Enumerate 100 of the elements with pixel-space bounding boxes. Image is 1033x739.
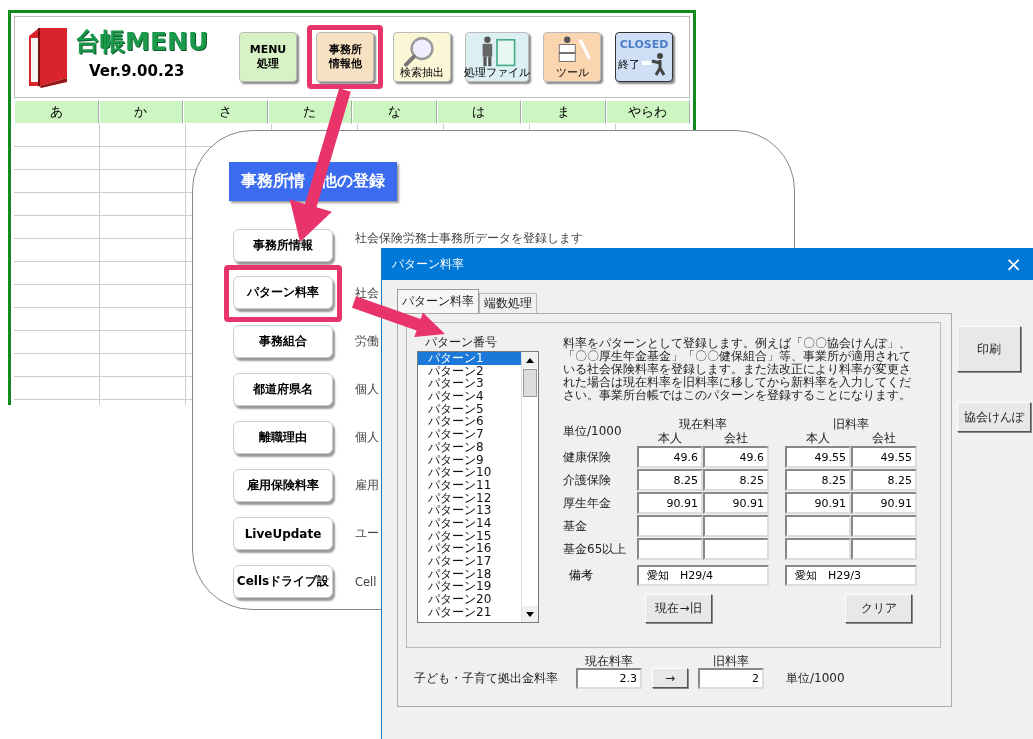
tab[interactable]: 端数処理 (479, 293, 537, 313)
row-label: 基金65以上 (563, 541, 628, 558)
list-label: パターン番号 (424, 335, 498, 349)
input-field[interactable]: 2.3 (576, 668, 642, 689)
input-field[interactable]: 8.25 (785, 469, 851, 491)
index-tab[interactable]: な (352, 100, 437, 124)
clear-button[interactable]: クリア (845, 594, 912, 623)
list-item[interactable]: パターン12 (418, 491, 521, 505)
input-field[interactable]: 8.25 (851, 469, 917, 491)
panel-button[interactable]: パターン料率 (233, 276, 333, 309)
input-field[interactable]: 8.25 (703, 469, 769, 491)
list-item[interactable]: パターン11 (418, 478, 521, 492)
copy-button[interactable]: → (652, 668, 688, 688)
input-field[interactable] (703, 515, 769, 537)
toolbar-button[interactable]: 処理ファイル (465, 32, 529, 82)
input-field[interactable] (785, 515, 851, 537)
input-field[interactable]: 愛知 H29/4 (637, 565, 769, 586)
column-header: 旧料率 (713, 654, 749, 668)
description-text: Cell (355, 574, 377, 589)
input-field[interactable] (637, 538, 703, 560)
list-item[interactable]: パターン8 (418, 440, 521, 454)
row-label: 備考 (568, 567, 594, 584)
list-item[interactable]: パターン18 (418, 567, 521, 581)
input-field[interactable]: 2 (698, 668, 764, 689)
index-tab[interactable]: さ (183, 100, 268, 124)
input-field[interactable]: 49.6 (703, 446, 769, 468)
toolbar-button[interactable]: CLOSED 終了 (615, 32, 673, 82)
description-text: 社会保険労務士事務所データを登録します (355, 231, 583, 246)
list-item[interactable]: パターン21 (418, 605, 521, 619)
description-text: 個人 (355, 430, 379, 445)
input-field[interactable] (851, 538, 917, 560)
input-field[interactable] (703, 538, 769, 560)
description-text: 社会 (355, 286, 379, 301)
index-tab[interactable]: やらわ (605, 100, 690, 124)
panel-button[interactable]: 事務組合 (233, 325, 333, 358)
description-text: 労働 (355, 334, 379, 349)
list-item[interactable]: パターン5 (418, 402, 521, 416)
list-item[interactable]: パターン14 (418, 516, 521, 530)
input-field[interactable] (637, 515, 703, 537)
close-button[interactable]: × (999, 252, 1028, 276)
preset-button[interactable]: 協会けんぽ (957, 402, 1031, 432)
list-item[interactable]: パターン15 (418, 529, 521, 543)
scroll-down-button[interactable] (522, 606, 538, 622)
down-arrow-icon (526, 611, 534, 617)
toolbar-button[interactable]: 検索抽出 (393, 32, 451, 82)
input-field[interactable]: 90.91 (851, 492, 917, 514)
list-item[interactable]: パターン2 (418, 364, 521, 378)
input-field[interactable]: 49.55 (851, 446, 917, 468)
column-header: 本人 (657, 432, 683, 445)
panel-button[interactable]: LiveUpdate (233, 517, 333, 550)
window-title: パターン料率 (392, 255, 464, 273)
column-header: 会社 (723, 432, 749, 445)
description-text: 料率をパターンとして登録します。例えば「〇〇協会けんぽ」、「〇〇厚生年金基金」「〇〇健保組合」等、事業所が適用されている社会保険料率を登録します。また法改正により料率が変更された場合は現在料率を旧料率に移してから新料率を入力してください。事業所台帳ではこのパターンを登録することになります。 (563, 337, 912, 402)
list-item[interactable]: パターン9 (418, 453, 521, 467)
copy-button[interactable]: 現在→旧 (645, 594, 712, 623)
column-header: 本人 (805, 432, 831, 445)
input-field[interactable]: 90.91 (703, 492, 769, 514)
input-field[interactable]: 49.55 (785, 446, 851, 468)
panel-button[interactable]: Cellsドライブ設 (233, 565, 333, 598)
scroll-thumb[interactable] (523, 369, 537, 397)
list-item[interactable]: パターン17 (418, 555, 521, 568)
toolbar-button[interactable]: MENU 処理 (239, 32, 297, 82)
index-tab[interactable]: は (436, 100, 521, 124)
list-item[interactable]: パターン1 (418, 352, 521, 365)
input-field[interactable]: 8.25 (637, 469, 703, 491)
version-label: Ver.9.00.23 (89, 62, 186, 80)
column-header: 現在料率 (678, 418, 728, 431)
input-field[interactable]: 90.91 (637, 492, 703, 514)
list-item[interactable]: パターン20 (418, 593, 521, 606)
list-item[interactable]: パターン19 (418, 580, 521, 594)
unit-label: 単位/1000 (786, 670, 845, 687)
list-item[interactable]: パターン4 (418, 390, 521, 403)
list-item[interactable]: パターン10 (418, 466, 521, 479)
list-item[interactable]: パターン7 (418, 428, 521, 441)
panel-button[interactable]: 離職理由 (233, 421, 333, 454)
toolbar-button[interactable]: ツール (543, 32, 601, 82)
list-item[interactable]: パターン13 (418, 504, 521, 517)
description-text: ユー (355, 526, 379, 541)
input-field[interactable]: 90.91 (785, 492, 851, 514)
app-title: 台帳MENU (75, 26, 209, 58)
input-field[interactable] (851, 515, 917, 537)
list-item[interactable]: パターン16 (418, 542, 521, 555)
list-item[interactable]: パターン3 (418, 377, 521, 391)
index-tab[interactable]: か (98, 100, 183, 124)
list-item[interactable]: パターン6 (418, 415, 521, 429)
input-field[interactable] (785, 538, 851, 560)
toolbar-button[interactable]: 事務所 情報他 (316, 32, 374, 82)
tab[interactable]: パターン料率 (397, 289, 479, 313)
unit-label: 単位/1000 (563, 423, 623, 440)
panel-button[interactable]: 雇用保険料率 (233, 469, 333, 502)
input-field[interactable]: 49.6 (637, 446, 703, 468)
column-header: 会社 (871, 432, 897, 445)
panel-button[interactable]: 都道府県名 (233, 373, 333, 406)
scroll-up-button[interactable] (522, 352, 538, 368)
panel-title: 事務所情 (241, 171, 305, 192)
index-tab[interactable]: あ (14, 100, 99, 124)
panel-button[interactable]: 事務所情報 (233, 229, 333, 262)
index-tab[interactable]: ま (521, 100, 606, 124)
print-button[interactable]: 印刷 (957, 326, 1021, 372)
input-field[interactable]: 愛知 H29/3 (785, 565, 917, 586)
